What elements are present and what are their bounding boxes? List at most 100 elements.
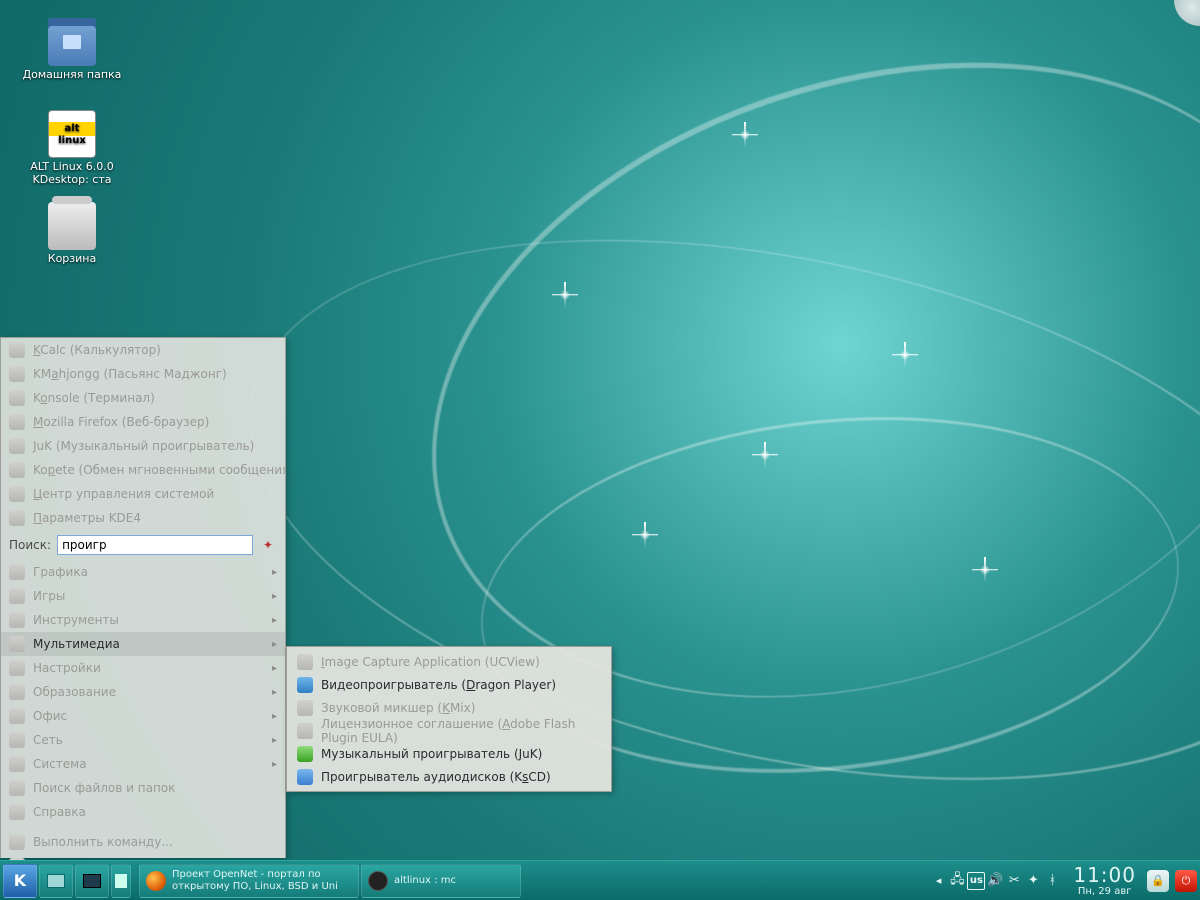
task-firefox[interactable]: Проект OpenNet - портал по открытому ПО,…	[139, 864, 359, 898]
kmenu-run-command[interactable]: Выполнить команду...	[1, 830, 285, 854]
menu-item-label: Image Capture Application (UCView)	[321, 655, 540, 669]
search-label: Поиск:	[9, 538, 51, 552]
kmenu-favorite-firefox[interactable]: Mozilla Firefox (Веб-браузер)	[1, 410, 285, 434]
pager-button[interactable]	[111, 864, 131, 898]
kmenu-category-settings[interactable]: Настройки▸	[1, 656, 285, 680]
tray-expand-arrow[interactable]: ◂	[933, 874, 945, 887]
clock-time: 11:00	[1073, 864, 1136, 886]
kmenu-category-network[interactable]: Сеть ▸	[1, 728, 285, 752]
kmenu-category-help[interactable]: Справка	[1, 800, 285, 824]
clipboard-tray-icon[interactable]: ✂	[1005, 872, 1023, 890]
chevron-right-icon: ▸	[272, 639, 277, 650]
desktop-icon-label: ALT Linux 6.0.0 KDesktop: ста	[22, 160, 122, 186]
menu-item-label: Центр управления системой	[33, 487, 214, 501]
panel-clock[interactable]: 11:00 Пн, 29 авг	[1065, 864, 1144, 897]
kmenu-favorite-juk[interactable]: JuK (Музыкальный проигрыватель)	[1, 434, 285, 458]
folder-icon	[48, 18, 96, 66]
kmenu-launcher-button[interactable]: K	[3, 864, 37, 898]
search-input[interactable]	[57, 535, 253, 555]
activity-button[interactable]	[75, 864, 109, 898]
kmenu-category-tools[interactable]: Инструменты ▸	[1, 608, 285, 632]
altlinux-icon: altlinux	[48, 110, 96, 158]
wallet-tray-icon[interactable]: ✦	[1024, 872, 1042, 890]
music-icon	[297, 746, 313, 762]
chevron-right-icon: ▸	[272, 591, 277, 602]
mixer-icon	[297, 700, 313, 716]
desktop-icon-home[interactable]: Домашняя папка	[22, 18, 122, 81]
keyboard-layout-indicator[interactable]: us	[967, 872, 985, 890]
chat-icon	[9, 462, 25, 478]
desktop-icon-distro[interactable]: altlinux ALT Linux 6.0.0 KDesktop: ста	[22, 110, 122, 186]
volume-tray-icon[interactable]: 🔊	[986, 872, 1004, 890]
application-menu: KCalc (Калькулятор) KMahjongg (Пасьянс М…	[0, 337, 286, 858]
desktop[interactable]: Домашняя папка altlinux ALT Linux 6.0.0 …	[0, 0, 1200, 860]
kmenu-favorite-kcalc[interactable]: KCalc (Калькулятор)	[1, 338, 285, 362]
menu-item-label: Офис	[33, 709, 67, 723]
firefox-icon	[146, 871, 166, 891]
menu-item-label: Kopete (Обмен мгновенными сообщениями)	[33, 463, 285, 477]
terminal-icon	[9, 390, 25, 406]
kmenu-category-graphics[interactable]: Графика▸	[1, 560, 285, 584]
kmenu-category-education[interactable]: Образование ▸	[1, 680, 285, 704]
bluetooth-tray-icon[interactable]: ᚼ	[1043, 872, 1061, 890]
kmenu-category-findfiles[interactable]: Поиск файлов и папок	[1, 776, 285, 800]
menu-item-label: Сеть	[33, 733, 63, 747]
kde-icon	[9, 510, 25, 526]
submenu-item-flash-eula[interactable]: Лицензионное соглашение (Adobe Flash Plu…	[287, 719, 611, 742]
menu-item-label: Образование	[33, 685, 116, 699]
network-icon	[9, 732, 25, 748]
chevron-right-icon: ▸	[272, 567, 277, 578]
submenu-item-juk[interactable]: Музыкальный проигрыватель (JuK)	[287, 742, 611, 765]
menu-item-label: Инструменты	[33, 613, 119, 627]
cd-icon	[297, 769, 313, 785]
system-icon	[9, 756, 25, 772]
license-icon	[297, 723, 313, 739]
pager-icon	[115, 874, 127, 888]
mahjongg-icon	[9, 366, 25, 382]
task-terminal[interactable]: altlinux : mc	[361, 864, 521, 898]
lock-screen-button[interactable]: 🔒	[1147, 870, 1169, 892]
submenu-item-dragonplayer[interactable]: Видеопроигрыватель (Dragon Player)	[287, 673, 611, 696]
menu-item-label: Справка	[33, 805, 86, 819]
desktop-icon-trash[interactable]: Корзина	[22, 202, 122, 265]
kmenu-category-games[interactable]: Игры▸	[1, 584, 285, 608]
menu-item-label: Выполнить команду...	[33, 835, 173, 849]
kmenu-category-multimedia[interactable]: Мультимедиа▸	[1, 632, 285, 656]
show-desktop-button[interactable]	[39, 864, 73, 898]
network-tray-icon[interactable]: 🖧	[948, 872, 966, 890]
menu-item-label: Видеопроигрыватель (Dragon Player)	[321, 678, 556, 692]
desktop-icon-label: Домашняя папка	[22, 68, 122, 81]
menu-item-label: Система	[33, 757, 87, 771]
chevron-right-icon: ▸	[272, 759, 277, 770]
kmenu-category-office[interactable]: Офис▸	[1, 704, 285, 728]
chevron-right-icon: ▸	[272, 687, 277, 698]
submenu-item-ucview[interactable]: Image Capture Application (UCView)	[287, 650, 611, 673]
wallpaper-sparkle	[640, 530, 650, 540]
search-icon	[9, 780, 25, 796]
menu-item-label: KMahjongg (Пасьянс Маджонг)	[33, 367, 227, 381]
kmenu-favorite-kmahjongg[interactable]: KMahjongg (Пасьянс Маджонг)	[1, 362, 285, 386]
chevron-right-icon: ▸	[272, 735, 277, 746]
desktop-icon-label: Корзина	[22, 252, 122, 265]
trash-icon	[48, 202, 96, 250]
multimedia-icon	[9, 636, 25, 652]
settings-icon	[9, 660, 25, 676]
desktop-icon	[47, 874, 65, 888]
settings-icon	[9, 486, 25, 502]
kmenu-favorite-konsole[interactable]: Konsole (Терминал)	[1, 386, 285, 410]
chevron-right-icon: ▸	[272, 615, 277, 626]
kmenu-category-system[interactable]: Система ▸	[1, 752, 285, 776]
menu-item-label: Проигрыватель аудиодисков (KsCD)	[321, 770, 551, 784]
wallpaper-sparkle	[740, 130, 750, 140]
tools-icon	[9, 612, 25, 628]
submenu-item-kscd[interactable]: Проигрыватель аудиодисков (KsCD)	[287, 765, 611, 788]
kmenu-favorite-control-center[interactable]: Центр управления системой	[1, 482, 285, 506]
education-icon	[9, 684, 25, 700]
clear-search-icon[interactable]: ✦	[259, 536, 277, 554]
wallpaper-sparkle	[760, 450, 770, 460]
plasma-cashew-button[interactable]	[1174, 0, 1200, 26]
shutdown-button[interactable]: ⏻	[1175, 870, 1197, 892]
kmenu-favorite-kde-settings[interactable]: Параметры KDE4	[1, 506, 285, 530]
kmenu-favorite-kopete[interactable]: Kopete (Обмен мгновенными сообщениями)	[1, 458, 285, 482]
kmenu-search-row: Поиск: ✦	[1, 530, 285, 560]
